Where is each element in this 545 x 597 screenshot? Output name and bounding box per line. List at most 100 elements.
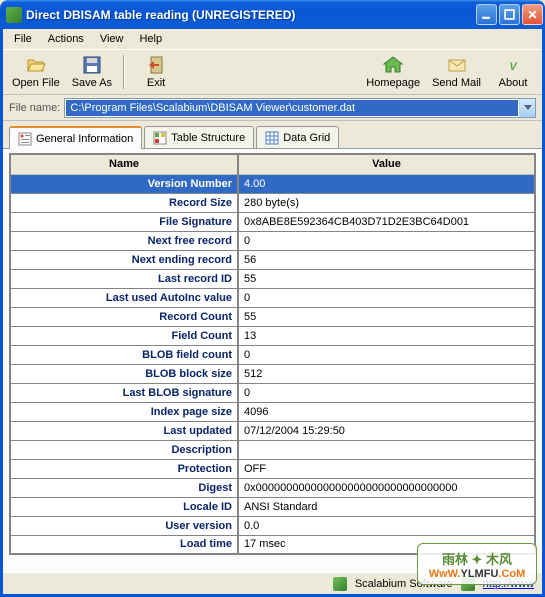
property-value: 0 — [238, 383, 535, 402]
open-file-button[interactable]: Open File — [9, 52, 63, 92]
property-name: Record Size — [10, 193, 238, 212]
file-name-combobox[interactable]: C:\Program Files\Scalabium\DBISAM Viewer… — [64, 98, 536, 118]
property-value: 0 — [238, 345, 535, 364]
table-row[interactable]: Description — [10, 440, 535, 459]
table-row[interactable]: Last BLOB signature0 — [10, 383, 535, 402]
chevron-down-icon[interactable] — [519, 99, 535, 117]
exit-button[interactable]: Exit — [133, 52, 179, 92]
property-name: Last BLOB signature — [10, 383, 238, 402]
title-bar: Direct DBISAM table reading (UNREGISTERE… — [0, 0, 545, 29]
content-area: Name Value Version Number4.00Record Size… — [3, 149, 542, 572]
property-name: Next free record — [10, 231, 238, 250]
file-path-value: C:\Program Files\Scalabium\DBISAM Viewer… — [66, 100, 518, 116]
file-name-bar: File name: C:\Program Files\Scalabium\DB… — [3, 95, 542, 121]
column-header-name[interactable]: Name — [10, 154, 238, 174]
link-icon — [461, 577, 475, 591]
table-row[interactable]: BLOB field count0 — [10, 345, 535, 364]
property-value: 512 — [238, 364, 535, 383]
close-button[interactable] — [522, 4, 543, 25]
property-value: 0 — [238, 288, 535, 307]
property-name: Index page size — [10, 402, 238, 421]
property-name: File Signature — [10, 212, 238, 231]
send-mail-button[interactable]: Send Mail — [429, 52, 484, 92]
property-name: Description — [10, 440, 238, 459]
property-value: 0x8ABE8E592364CB403D71D2E3BC64D001 — [238, 212, 535, 231]
menu-file[interactable]: File — [7, 31, 39, 47]
separator — [123, 55, 125, 89]
tab-data-grid[interactable]: Data Grid — [256, 126, 339, 148]
table-row[interactable]: Last used AutoInc value0 — [10, 288, 535, 307]
grid-icon — [265, 131, 279, 145]
property-value: 55 — [238, 269, 535, 288]
property-value: 07/12/2004 15:29:50 — [238, 421, 535, 440]
property-name: BLOB field count — [10, 345, 238, 364]
property-value: 55 — [238, 307, 535, 326]
table-row[interactable]: ProtectionOFF — [10, 459, 535, 478]
table-row[interactable]: File Signature0x8ABE8E592364CB403D71D2E3… — [10, 212, 535, 231]
toolbar: Open File Save As Exit Homepage Send Mai… — [3, 49, 542, 95]
table-row[interactable]: Next free record0 — [10, 231, 535, 250]
property-name: Last used AutoInc value — [10, 288, 238, 307]
structure-icon — [153, 131, 167, 145]
property-name: Load time — [10, 535, 238, 554]
property-name: Last updated — [10, 421, 238, 440]
property-name: Locale ID — [10, 497, 238, 516]
table-row[interactable]: Record Size280 byte(s) — [10, 193, 535, 212]
about-button[interactable]: V About — [490, 52, 536, 92]
maximize-button[interactable] — [499, 4, 520, 25]
folder-open-icon — [26, 55, 46, 75]
floppy-icon — [82, 55, 102, 75]
mail-icon — [447, 55, 467, 75]
property-value: OFF — [238, 459, 535, 478]
info-icon: V — [503, 55, 523, 75]
table-row[interactable]: Version Number4.00 — [10, 174, 535, 193]
menu-bar: File Actions View Help — [3, 29, 542, 49]
property-name: Version Number — [10, 174, 238, 193]
company-name: Scalabium Software — [355, 578, 453, 590]
table-row[interactable]: Last updated07/12/2004 15:29:50 — [10, 421, 535, 440]
menu-actions[interactable]: Actions — [41, 31, 91, 47]
property-value: 280 byte(s) — [238, 193, 535, 212]
property-name: Field Count — [10, 326, 238, 345]
table-row[interactable]: Locale IDANSI Standard — [10, 497, 535, 516]
property-value — [238, 440, 535, 459]
table-row[interactable]: Record Count55 — [10, 307, 535, 326]
home-icon — [383, 55, 403, 75]
file-name-label: File name: — [9, 102, 60, 114]
property-name: BLOB block size — [10, 364, 238, 383]
table-row[interactable]: Last record ID55 — [10, 269, 535, 288]
menu-view[interactable]: View — [93, 31, 131, 47]
property-name: Record Count — [10, 307, 238, 326]
property-value: 4.00 — [238, 174, 535, 193]
property-value: 56 — [238, 250, 535, 269]
tab-general-information[interactable]: General Information — [9, 126, 142, 149]
property-name: Last record ID — [10, 269, 238, 288]
menu-help[interactable]: Help — [132, 31, 169, 47]
save-as-button[interactable]: Save As — [69, 52, 115, 92]
property-value: 4096 — [238, 402, 535, 421]
svg-text:V: V — [509, 61, 518, 73]
property-value: 17 msec — [238, 535, 535, 554]
app-icon — [6, 7, 22, 23]
exit-icon — [146, 55, 166, 75]
property-value: 13 — [238, 326, 535, 345]
property-value: ANSI Standard — [238, 497, 535, 516]
property-name: Digest — [10, 478, 238, 497]
column-header-value[interactable]: Value — [238, 154, 535, 174]
table-row[interactable]: Digest0x00000000000000000000000000000000… — [10, 478, 535, 497]
homepage-button[interactable]: Homepage — [363, 52, 423, 92]
table-row[interactable]: Next ending record56 — [10, 250, 535, 269]
table-row[interactable]: Index page size4096 — [10, 402, 535, 421]
minimize-button[interactable] — [476, 4, 497, 25]
property-name: Protection — [10, 459, 238, 478]
tab-table-structure[interactable]: Table Structure — [144, 126, 254, 148]
properties-table: Name Value Version Number4.00Record Size… — [9, 153, 536, 555]
table-row[interactable]: Field Count13 — [10, 326, 535, 345]
table-row[interactable]: User version0.0 — [10, 516, 535, 535]
table-row[interactable]: Load time17 msec — [10, 535, 535, 554]
window-title: Direct DBISAM table reading (UNREGISTERE… — [26, 8, 476, 22]
property-value: 0x000000000000000000000000000000000 — [238, 478, 535, 497]
homepage-link[interactable]: http://www — [483, 578, 534, 590]
table-row[interactable]: BLOB block size512 — [10, 364, 535, 383]
property-value: 0.0 — [238, 516, 535, 535]
